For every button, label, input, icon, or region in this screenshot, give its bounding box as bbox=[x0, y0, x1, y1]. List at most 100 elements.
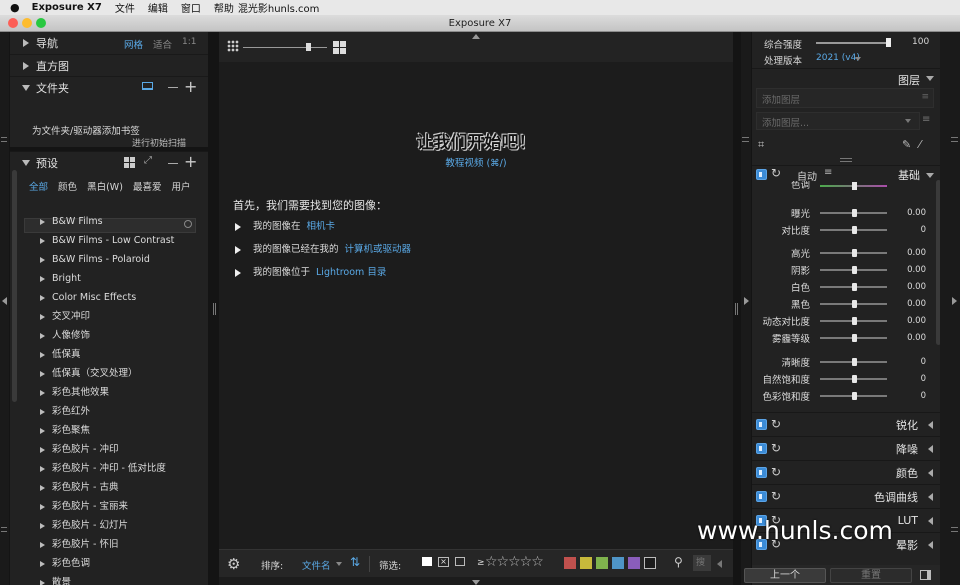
tutorial-video-link[interactable]: 教程视频 (⌘/) bbox=[219, 155, 733, 169]
color-filter-swatch[interactable] bbox=[564, 557, 576, 569]
source-option-link[interactable]: 计算机或驱动器 bbox=[345, 244, 412, 255]
add-layer-menu[interactable]: 添加图层... bbox=[756, 112, 920, 130]
right-drag-handle[interactable] bbox=[742, 137, 749, 142]
global-strength-knob[interactable] bbox=[886, 38, 891, 47]
color-filter-swatch[interactable] bbox=[596, 557, 608, 569]
right-edge-handle[interactable] bbox=[951, 137, 958, 142]
preset-item[interactable]: 低保真 bbox=[10, 345, 208, 364]
slider-knob[interactable] bbox=[851, 283, 857, 291]
layers-divider-handle[interactable] bbox=[840, 158, 852, 162]
adjustment-section-header[interactable]: ↻ 锐化 bbox=[752, 412, 940, 436]
brush-icon[interactable]: ⁄ bbox=[919, 138, 921, 151]
tab-favorites[interactable]: 最喜爱 bbox=[133, 182, 162, 193]
adjustment-section-header[interactable]: ↻ 降噪 bbox=[752, 436, 940, 460]
slider-knob[interactable] bbox=[851, 334, 857, 342]
tab-user[interactable]: 用户 bbox=[171, 182, 190, 193]
search-tool-icon[interactable]: ⚲ bbox=[674, 555, 683, 569]
adjustment-section-header[interactable]: ↻ 颜色 bbox=[752, 460, 940, 484]
source-option[interactable]: 我的图像已经在我的 计算机或驱动器 bbox=[235, 241, 411, 264]
grid-view-icon[interactable] bbox=[124, 157, 135, 168]
minimize-window-button[interactable] bbox=[22, 18, 32, 28]
preset-item[interactable]: 彩色其他效果 bbox=[10, 383, 208, 402]
preset-item[interactable]: 彩色胶片 - 怀旧 bbox=[10, 535, 208, 554]
color-filter-swatch[interactable] bbox=[580, 557, 592, 569]
slider-value[interactable]: 0 bbox=[921, 357, 926, 367]
preset-item[interactable]: 彩色胶片 - 宝丽来 bbox=[10, 497, 208, 516]
section-toggle[interactable] bbox=[756, 491, 767, 502]
slider-value[interactable]: 0.00 bbox=[907, 282, 926, 292]
slider-value[interactable]: 0 bbox=[921, 391, 926, 401]
color-filter-swatch[interactable] bbox=[628, 557, 640, 569]
preset-item[interactable]: 彩色聚焦 bbox=[10, 421, 208, 440]
layer-menu-icon[interactable]: ≡ bbox=[921, 92, 929, 102]
slider-value[interactable]: 0.00 bbox=[907, 208, 926, 218]
pencil-icon[interactable]: ✎ bbox=[902, 138, 911, 151]
section-toggle[interactable] bbox=[756, 467, 767, 478]
thumbnail-size-knob[interactable] bbox=[306, 43, 311, 51]
minus-icon[interactable] bbox=[168, 87, 178, 88]
presets-header[interactable]: 预设 ⤢ + bbox=[10, 152, 208, 174]
panel-layout-icon[interactable] bbox=[920, 570, 931, 580]
flag-outline-icon[interactable] bbox=[455, 557, 465, 566]
slider-knob[interactable] bbox=[851, 300, 857, 308]
menu-edit[interactable]: 编辑 bbox=[148, 0, 168, 15]
preset-item[interactable]: B&W Films - Polaroid bbox=[10, 250, 208, 269]
source-option[interactable]: 我的图像位于 Lightroom 目录 bbox=[235, 264, 411, 287]
folders-header[interactable]: 文件夹 + bbox=[10, 76, 208, 98]
preset-item[interactable]: 交叉冲印 bbox=[10, 307, 208, 326]
layers-header[interactable]: 图层 bbox=[752, 68, 940, 88]
add-layer-field[interactable]: 添加图层 ≡ bbox=[756, 88, 934, 108]
preset-item[interactable]: 低保真（交叉处理） bbox=[10, 364, 208, 383]
minus-icon[interactable] bbox=[168, 163, 178, 164]
preset-item[interactable]: 散景 bbox=[10, 573, 208, 585]
preset-item[interactable]: B&W Films - Low Contrast bbox=[10, 231, 208, 250]
preset-item[interactable]: 彩色胶片 - 冲印 bbox=[10, 440, 208, 459]
menu-file[interactable]: 文件 bbox=[115, 0, 135, 15]
expand-view-icon[interactable]: ⤢ bbox=[144, 155, 152, 166]
section-toggle[interactable] bbox=[756, 443, 767, 454]
slider-value[interactable]: 0.00 bbox=[907, 316, 926, 326]
tab-all[interactable]: 全部 bbox=[29, 182, 48, 193]
refresh-icon[interactable]: ↻ bbox=[771, 490, 784, 503]
slider-knob[interactable] bbox=[851, 375, 857, 383]
collapse-right-panel-icon[interactable] bbox=[744, 297, 749, 305]
slider-value[interactable]: 0.00 bbox=[907, 299, 926, 309]
source-option-link[interactable]: Lightroom 目录 bbox=[316, 267, 386, 278]
plus-icon[interactable]: + bbox=[184, 78, 197, 96]
monitor-icon[interactable] bbox=[142, 82, 153, 90]
refresh-icon[interactable]: ↻ bbox=[771, 166, 781, 180]
process-version-select[interactable]: 2021 (v4) bbox=[816, 53, 860, 63]
thumbnail-size-slider[interactable] bbox=[243, 47, 327, 48]
collapse-bottom-icon[interactable] bbox=[472, 580, 480, 585]
flag-white-icon[interactable] bbox=[422, 557, 432, 566]
collapse-left-panel-icon[interactable] bbox=[2, 297, 7, 305]
small-grid-icon[interactable] bbox=[227, 40, 239, 52]
scroll-left-icon[interactable] bbox=[717, 560, 722, 568]
preset-item[interactable]: 彩色红外 bbox=[10, 402, 208, 421]
gear-icon[interactable]: ⚙ bbox=[227, 555, 240, 573]
search-field[interactable]: 搜 bbox=[693, 555, 711, 571]
sort-direction-icon[interactable]: ⇅ bbox=[350, 555, 360, 569]
adjustment-section-header[interactable]: ↻ 色调曲线 bbox=[752, 484, 940, 508]
slider-knob[interactable] bbox=[851, 249, 857, 257]
tab-bw[interactable]: 黑白(W) bbox=[87, 182, 123, 193]
large-grid-icon[interactable] bbox=[333, 41, 346, 54]
preset-item[interactable]: 彩色胶片 - 幻灯片 bbox=[10, 516, 208, 535]
slider-knob[interactable] bbox=[851, 317, 857, 325]
section-toggle[interactable] bbox=[756, 419, 767, 430]
close-window-button[interactable] bbox=[8, 18, 18, 28]
color-filter-swatch[interactable] bbox=[644, 557, 656, 569]
left-center-divider[interactable] bbox=[213, 303, 216, 315]
zoom-window-button[interactable] bbox=[36, 18, 46, 28]
slider-value[interactable]: 0 bbox=[921, 225, 926, 235]
plus-icon[interactable]: + bbox=[184, 153, 197, 171]
right-edge-collapse-icon[interactable] bbox=[952, 297, 957, 305]
global-strength-slider[interactable] bbox=[816, 42, 890, 44]
navigator-header[interactable]: 导航 网格 适合 1:1 bbox=[10, 32, 208, 54]
preset-item[interactable]: 人像修饰 bbox=[10, 326, 208, 345]
preset-item[interactable]: 彩色色调 bbox=[10, 554, 208, 573]
presets-scrollbar[interactable] bbox=[12, 170, 17, 402]
slider-knob[interactable] bbox=[851, 358, 857, 366]
left-drag-handle[interactable] bbox=[1, 137, 7, 142]
source-option[interactable]: 我的图像在 相机卡 bbox=[235, 218, 411, 241]
